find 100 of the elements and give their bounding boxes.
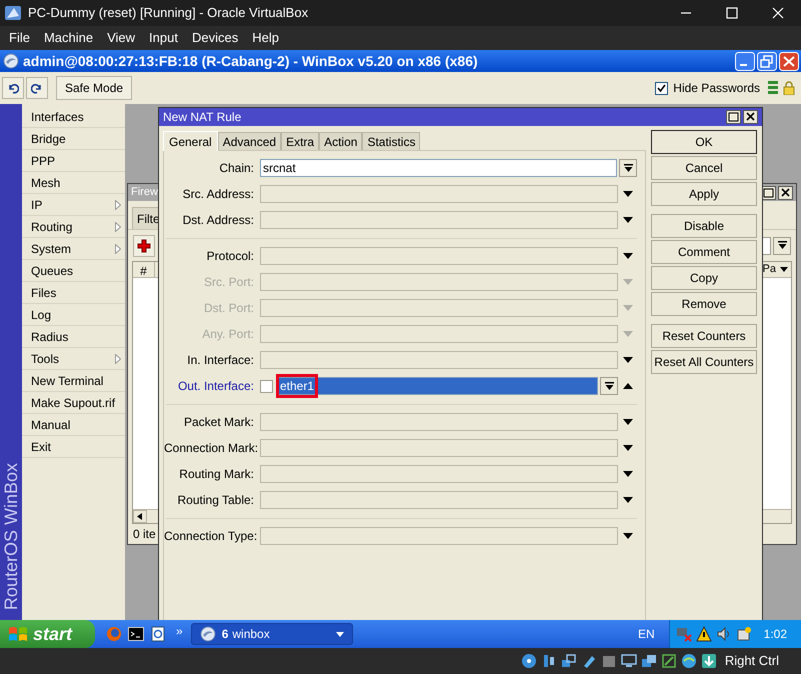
terminal-icon[interactable] [128,627,144,641]
column-header[interactable]: Pa [762,261,776,278]
input-field[interactable] [260,185,618,203]
dialog-button[interactable]: Remove [651,292,757,316]
more-button[interactable]: » [176,622,183,640]
dropdown-icon [604,382,614,390]
display-icon[interactable] [620,653,637,669]
caret-icon [336,632,344,636]
windows-icon[interactable] [640,653,657,669]
dialog-button[interactable]: Copy [651,266,757,290]
input-field[interactable]: srcnat [260,159,617,177]
field-label: Chain: [218,160,254,177]
input-field[interactable] [260,465,618,483]
input-field[interactable] [260,247,618,265]
speaker-icon[interactable] [716,626,732,642]
dialog-button[interactable]: Apply [651,182,757,206]
menu-item[interactable]: Devices [184,28,246,48]
tab[interactable]: General [163,131,218,151]
dropdown-icon [778,241,786,250]
field-label: In. Interface: [186,352,254,369]
restore-icon[interactable] [757,52,777,70]
checkbox[interactable] [655,82,668,94]
dropdown-button[interactable] [600,377,618,395]
menu-item[interactable]: Machine [36,28,100,48]
add-button[interactable] [133,234,155,256]
close-icon[interactable] [778,186,793,200]
brand-label: RouterOS WinBox [0,462,22,610]
dialog-button[interactable]: Cancel [651,156,757,180]
negate-checkbox[interactable] [260,380,273,392]
window-title: PC-Dummy (reset) [Running] - Oracle VirtualBox [28,4,308,22]
submenu-arrow-icon [115,354,121,364]
field-label: Packet Mark: [182,414,254,431]
field-label: Dst. Address: [182,212,254,229]
window-title: Firew [131,185,158,200]
dropdown-icon [624,164,632,172]
close-icon[interactable] [743,110,758,124]
download-icon[interactable] [700,653,717,669]
task-label: winbox [232,626,270,643]
submenu-arrow-icon [115,244,121,254]
dropdown-arrow-icon[interactable] [777,264,791,274]
tab[interactable]: Advanced [218,132,282,150]
field-label: Routing Table: [176,492,254,509]
dropdown-button[interactable] [773,236,791,254]
status-bars-icon [768,81,778,95]
menu-item[interactable]: Input [142,28,185,48]
document-icon[interactable] [150,626,166,642]
input-field[interactable]: ether1 [276,377,598,395]
menu-item[interactable]: Help [245,28,286,48]
dialog-button[interactable]: Reset All Counters [651,350,757,374]
box-icon[interactable] [736,626,752,642]
input-field[interactable] [260,413,618,431]
field-label: Any. Port: [201,326,254,343]
undo-icon [7,82,19,94]
tab[interactable]: Action [319,132,362,150]
tab[interactable]: Statistics [362,132,420,150]
lock-icon [783,81,795,95]
field-label: Connection Type: [164,528,254,545]
checkbox-label: Hide Passwords [673,80,760,97]
column-header[interactable]: # [133,262,155,277]
field-label: Routing Mark: [178,466,254,483]
input-field[interactable] [260,351,618,369]
menu-item[interactable]: File [2,28,37,48]
maximize-icon[interactable] [726,110,741,124]
window-count: 6 [222,626,228,643]
taskbar-button[interactable]: 6 winbox [190,623,353,645]
status-text: 0 ite [133,526,156,543]
dropdown-button[interactable] [619,159,637,177]
field-label: Protocol: [206,248,254,265]
input-field[interactable] [260,527,618,545]
menu-item[interactable]: View [100,28,142,48]
dialog-button[interactable]: OK [651,130,757,154]
redo-button[interactable] [26,77,48,99]
clock: 1:02 [764,626,787,643]
windows-flag-icon [8,625,28,643]
language-indicator[interactable]: EN [638,625,655,643]
submenu-arrow-icon [115,222,121,232]
input-field[interactable] [260,211,618,229]
dialog-button[interactable]: Comment [651,240,757,264]
submenu-arrow-icon [115,200,121,210]
folder-icon[interactable] [600,653,617,669]
host-key-label: Right Ctrl [724,652,779,670]
network-icon[interactable] [560,653,577,669]
app-icon [4,4,22,22]
globe-icon[interactable] [680,653,697,669]
warning-icon[interactable] [696,626,712,642]
dialog-button[interactable]: Disable [651,214,757,238]
dialog-button[interactable]: Reset Counters [651,324,757,348]
input-field[interactable] [260,439,618,457]
window-title: New NAT Rule [163,109,242,126]
plus-icon [137,238,151,252]
field-label: Src. Address: [182,186,254,203]
redo-icon [31,82,43,94]
field-label: Src. Port: [202,274,254,291]
disc-icon[interactable] [520,653,537,669]
input-field[interactable] [260,491,618,509]
field-label: Dst. Port: [202,300,254,317]
tab[interactable]: Extra [281,132,320,150]
undo-button[interactable] [2,77,24,99]
safe-mode-button[interactable]: Safe Mode [56,76,132,100]
scroll-left-icon[interactable] [133,510,147,523]
